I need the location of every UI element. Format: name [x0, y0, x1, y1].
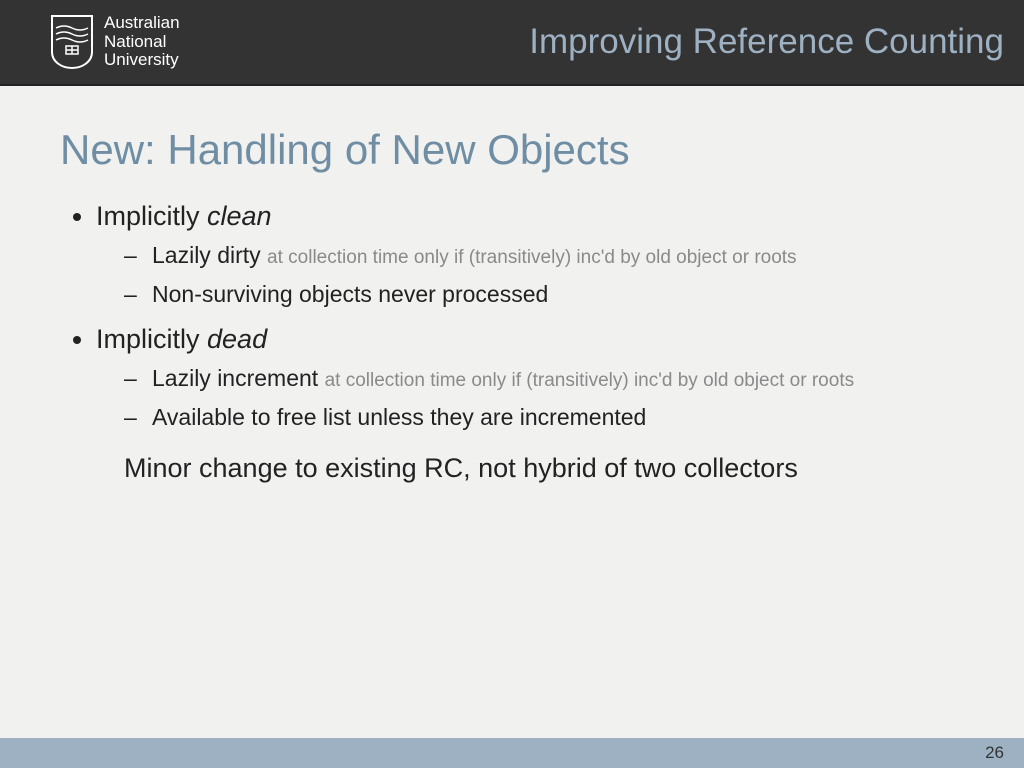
uni-line-2: National	[104, 33, 180, 51]
page-number: 26	[985, 743, 1004, 763]
slide-title: New: Handling of New Objects	[60, 126, 964, 174]
bullet-1-sublist: Lazily dirty at collection time only if …	[96, 240, 964, 310]
bullet-1-sub-1: Lazily dirty at collection time only if …	[124, 240, 964, 271]
b2s1-note: at collection time only if (transitively…	[325, 370, 855, 391]
b1s1-a: Lazily	[152, 242, 217, 268]
bullet-2-em: dead	[207, 324, 267, 354]
uni-line-1: Australian	[104, 14, 180, 32]
bullet-1: Implicitly clean Lazily dirty at collect…	[96, 198, 964, 311]
footer-bar: 26	[0, 738, 1024, 768]
header-title: Improving Reference Counting	[529, 22, 1004, 62]
bullet-1-sub-2: Non-surviving objects never processed	[124, 279, 964, 310]
bullet-1-prefix: Implicitly	[96, 201, 207, 231]
bullet-2: Implicitly dead Lazily increment at coll…	[96, 321, 964, 434]
header-bar: Australian National University Improving…	[0, 0, 1024, 86]
bullet-2-sublist: Lazily increment at collection time only…	[96, 363, 964, 433]
bullet-list: Implicitly clean Lazily dirty at collect…	[60, 198, 964, 433]
bullet-1-em: clean	[207, 201, 272, 231]
bullet-2-prefix: Implicitly	[96, 324, 207, 354]
uni-line-3: University	[104, 51, 180, 69]
summary-text: Minor change to existing RC, not hybrid …	[124, 453, 964, 484]
b2s1-a: Lazily increment	[152, 365, 325, 391]
b1s1-b: dirty	[217, 242, 267, 268]
bullet-2-sub-1: Lazily increment at collection time only…	[124, 363, 964, 394]
university-name: Australian National University	[104, 14, 180, 69]
b1s1-note: at collection time only if (transitively…	[267, 247, 797, 268]
logo-area: Australian National University	[0, 14, 180, 70]
bullet-2-sub-2: Available to free list unless they are i…	[124, 402, 964, 433]
slide-content: New: Handling of New Objects Implicitly …	[0, 86, 1024, 484]
anu-crest-icon	[50, 14, 94, 70]
